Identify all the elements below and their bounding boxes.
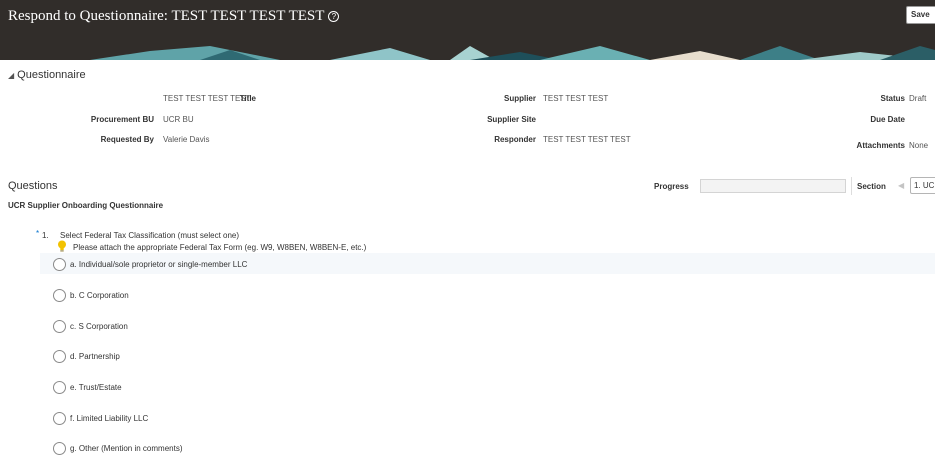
procurement-bu-label: Procurement BU xyxy=(90,115,154,124)
section-select[interactable]: 1. UCR Supplier Onboarding Questionnaire xyxy=(910,177,935,194)
option-label: f. Limited Liability LLC xyxy=(70,414,149,423)
attachments-value: None xyxy=(909,141,929,150)
status-label: Status xyxy=(880,94,905,103)
question-hint: Please attach the appropriate Federal Ta… xyxy=(73,243,367,252)
radio-button[interactable] xyxy=(53,289,66,302)
radio-button[interactable] xyxy=(53,320,66,333)
option-c[interactable]: c. S Corporation xyxy=(53,320,128,333)
page-title: Respond to Questionnaire: TEST TEST TEST… xyxy=(8,8,325,24)
responder-label: Responder xyxy=(494,135,536,144)
requested-by-value: Valerie Davis xyxy=(163,135,210,144)
responder-value: TEST TEST TEST TEST xyxy=(543,135,631,144)
page-title-wrap: Respond to Questionnaire: TEST TEST TEST… xyxy=(8,8,340,25)
option-label: c. S Corporation xyxy=(70,322,128,331)
option-e[interactable]: e. Trust/Estate xyxy=(53,381,122,394)
radio-button[interactable] xyxy=(53,350,66,363)
option-label: d. Partnership xyxy=(70,352,120,361)
question-number: 1. xyxy=(42,231,49,240)
questions-title: Questions xyxy=(8,180,58,192)
divider xyxy=(851,177,852,195)
questionnaire-region-header[interactable]: ◢ Questionnaire xyxy=(8,69,86,81)
option-label: a. Individual/sole proprietor or single-… xyxy=(70,260,248,269)
question-text: Select Federal Tax Classification (must … xyxy=(60,231,240,240)
option-d[interactable]: d. Partnership xyxy=(53,350,120,363)
save-button[interactable]: Save xyxy=(906,6,935,24)
questionnaire-region-label: Questionnaire xyxy=(17,69,86,81)
page-header: Respond to Questionnaire: TEST TEST TEST… xyxy=(0,0,935,60)
progress-label: Progress xyxy=(654,182,689,191)
option-label: b. C Corporation xyxy=(70,291,129,300)
option-f[interactable]: f. Limited Liability LLC xyxy=(53,412,148,425)
radio-button[interactable] xyxy=(53,442,66,455)
option-b[interactable]: b. C Corporation xyxy=(53,289,129,302)
progress-bar xyxy=(700,179,846,193)
radio-button[interactable] xyxy=(53,258,66,271)
procurement-bu-value: UCR BU xyxy=(163,115,194,124)
chevron-left-icon[interactable]: ◀ xyxy=(898,181,904,190)
requested-by-label: Requested By xyxy=(100,135,154,144)
title-value: TEST TEST TEST TEST xyxy=(163,94,251,103)
supplier-value: TEST TEST TEST xyxy=(543,94,609,103)
status-value: Draft xyxy=(909,94,927,103)
section-label: Section xyxy=(857,182,886,191)
supplier-site-label: Supplier Site xyxy=(487,115,536,124)
attachments-label: Attachments xyxy=(856,141,905,150)
lightbulb-icon xyxy=(58,240,66,252)
option-label: e. Trust/Estate xyxy=(70,383,122,392)
radio-button[interactable] xyxy=(53,381,66,394)
radio-button[interactable] xyxy=(53,412,66,425)
help-icon[interactable]: ? xyxy=(328,11,340,22)
due-date-label: Due Date xyxy=(870,115,905,124)
collapse-triangle-icon[interactable]: ◢ xyxy=(8,71,14,80)
option-label: g. Other (Mention in comments) xyxy=(70,444,183,453)
required-marker: * xyxy=(36,229,40,238)
header-banner-image xyxy=(90,46,935,60)
option-a[interactable]: a. Individual/sole proprietor or single-… xyxy=(53,258,247,271)
supplier-label: Supplier xyxy=(503,94,536,103)
option-g[interactable]: g. Other (Mention in comments) xyxy=(53,442,182,455)
questionnaire-name: UCR Supplier Onboarding Questionnaire xyxy=(8,201,164,210)
